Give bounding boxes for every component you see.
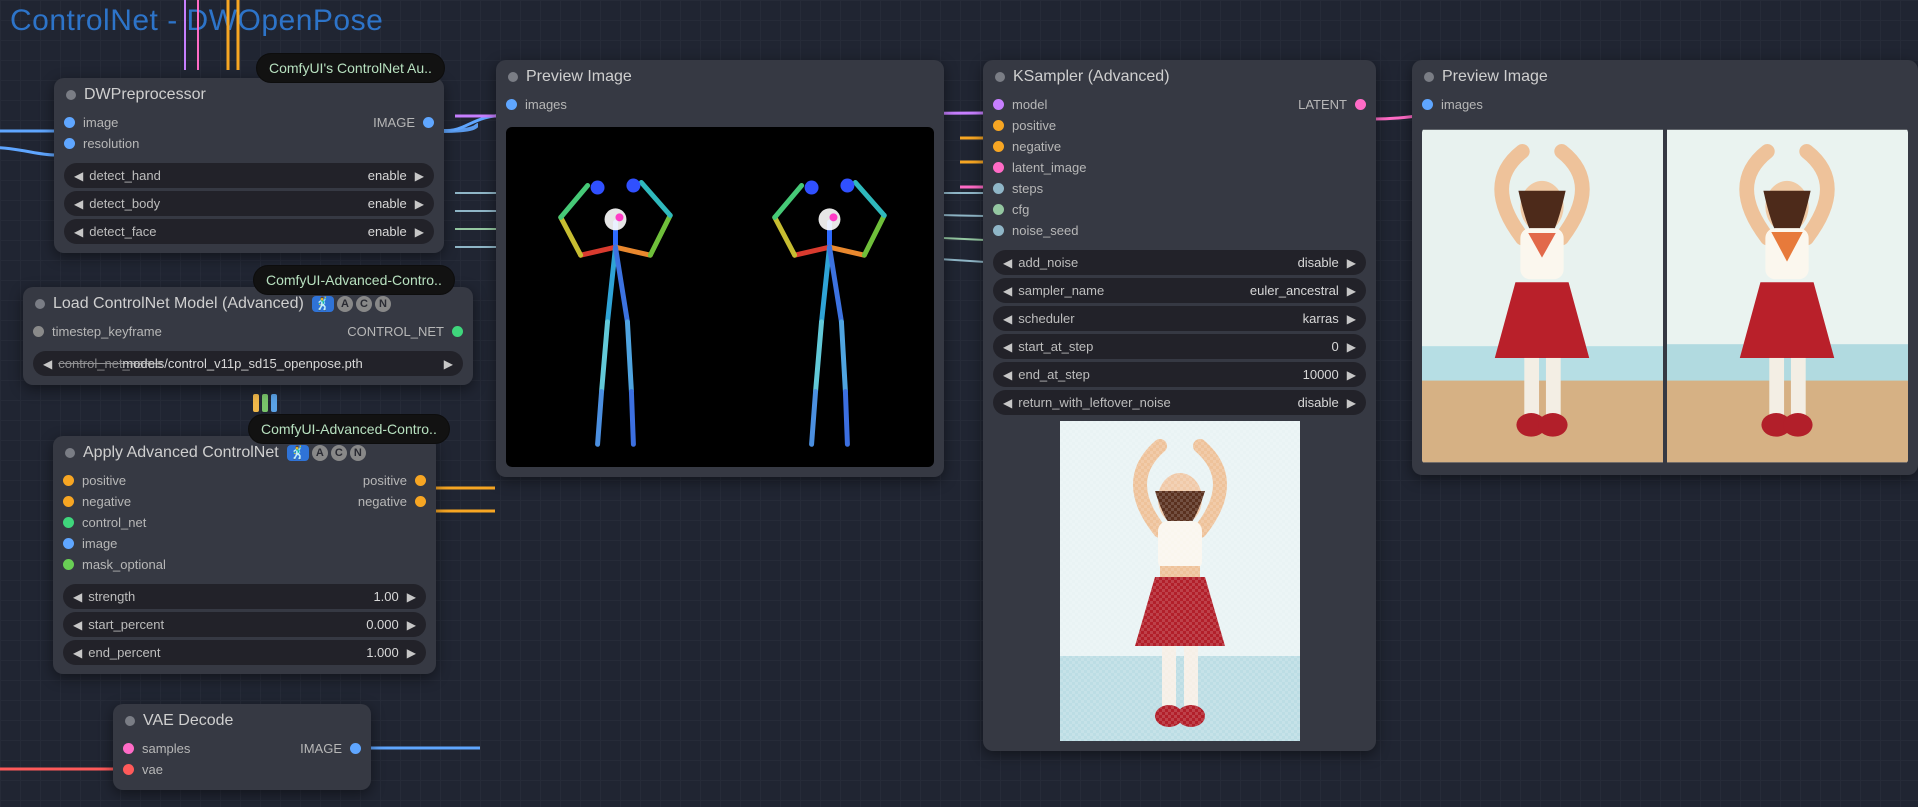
widget-end-at-step[interactable]: ◀end_at_step10000▶ — [993, 362, 1366, 387]
node-load-controlnet[interactable]: Load ControlNet Model (Advanced) 🕺 A C N… — [23, 287, 473, 385]
tag-controlnet-aux: ComfyUI's ControlNet Au.. — [256, 53, 445, 83]
node-preview-result[interactable]: Preview Image images — [1412, 60, 1918, 475]
port-positive-out[interactable] — [415, 475, 426, 486]
chevron-left-icon[interactable]: ◀ — [1003, 257, 1012, 269]
chevron-right-icon[interactable]: ▶ — [1347, 397, 1356, 409]
node-title: VAE Decode — [143, 712, 233, 730]
widget-return-leftover[interactable]: ◀return_with_leftover_noisedisable▶ — [993, 390, 1366, 415]
result-image-2 — [1667, 127, 1908, 465]
collapse-dot[interactable] — [65, 448, 75, 458]
chevron-right-icon[interactable]: ▶ — [407, 591, 416, 603]
port-negative[interactable] — [993, 141, 1004, 152]
port-resolution[interactable] — [64, 138, 75, 149]
chevron-right-icon[interactable]: ▶ — [1347, 369, 1356, 381]
collapse-dot[interactable] — [66, 90, 76, 100]
chevron-left-icon[interactable]: ◀ — [74, 226, 83, 238]
minimap-bars — [253, 394, 277, 412]
collapse-dot[interactable] — [508, 72, 518, 82]
port-timestep-keyframe[interactable] — [33, 326, 44, 337]
port-steps[interactable] — [993, 183, 1004, 194]
chevron-left-icon[interactable]: ◀ — [73, 647, 82, 659]
widget-end-percent[interactable]: ◀end_percent1.000▶ — [63, 640, 426, 665]
group-title: ControlNet - DWOpenPose — [10, 4, 383, 38]
node-ksampler[interactable]: KSampler (Advanced) modelLATENT positive… — [983, 60, 1376, 751]
chevron-right-icon[interactable]: ▶ — [444, 358, 453, 370]
tag-advanced-controlnet-a: ComfyUI-Advanced-Contro.. — [253, 265, 455, 295]
widget-detect-face[interactable]: ◀detect_faceenable▶ — [64, 219, 434, 244]
chevron-left-icon[interactable]: ◀ — [1003, 397, 1012, 409]
collapse-dot[interactable] — [125, 716, 135, 726]
node-dwpreprocessor[interactable]: DWPreprocessor image IMAGE resolution ◀d… — [54, 78, 444, 253]
chevron-right-icon[interactable]: ▶ — [1347, 285, 1356, 297]
acn-badge: 🕺 A C N — [312, 296, 391, 312]
chevron-right-icon[interactable]: ▶ — [415, 170, 424, 182]
port-images[interactable] — [506, 99, 517, 110]
result-image-1 — [1422, 127, 1663, 465]
chevron-right-icon[interactable]: ▶ — [1347, 313, 1356, 325]
port-controlnet-out[interactable] — [452, 326, 463, 337]
port-negative-out[interactable] — [415, 496, 426, 507]
chevron-left-icon[interactable]: ◀ — [74, 198, 83, 210]
chevron-left-icon[interactable]: ◀ — [73, 619, 82, 631]
port-vae[interactable] — [123, 764, 134, 775]
collapse-dot[interactable] — [35, 299, 45, 309]
port-positive-in[interactable] — [63, 475, 74, 486]
node-title: Preview Image — [1442, 68, 1548, 86]
port-positive[interactable] — [993, 120, 1004, 131]
node-apply-controlnet[interactable]: Apply Advanced ControlNet 🕺 A C N positi… — [53, 436, 436, 674]
widget-scheduler[interactable]: ◀schedulerkarras▶ — [993, 306, 1366, 331]
port-model[interactable] — [993, 99, 1004, 110]
port-negative-in[interactable] — [63, 496, 74, 507]
widget-detect-body[interactable]: ◀detect_bodyenable▶ — [64, 191, 434, 216]
tag-advanced-controlnet-b: ComfyUI-Advanced-Contro.. — [248, 414, 450, 444]
node-title: Apply Advanced ControlNet — [83, 444, 279, 462]
port-latent-out[interactable] — [1355, 99, 1366, 110]
node-vae-decode[interactable]: VAE Decode samplesIMAGE vae — [113, 704, 371, 790]
widget-controlnet-name[interactable]: ◀control_net_namemodels/control_v11p_sd1… — [33, 351, 463, 376]
widget-start-at-step[interactable]: ◀start_at_step0▶ — [993, 334, 1366, 359]
chevron-left-icon[interactable]: ◀ — [1003, 341, 1012, 353]
node-title: DWPreprocessor — [84, 86, 206, 104]
chevron-left-icon[interactable]: ◀ — [43, 358, 52, 370]
port-images[interactable] — [1422, 99, 1433, 110]
node-title: Preview Image — [526, 68, 632, 86]
chevron-right-icon[interactable]: ▶ — [415, 198, 424, 210]
node-title: Load ControlNet Model (Advanced) — [53, 295, 304, 313]
port-image[interactable] — [64, 117, 75, 128]
acn-badge: 🕺 A C N — [287, 445, 366, 461]
pose-preview-image — [506, 127, 934, 467]
chevron-left-icon[interactable]: ◀ — [74, 170, 83, 182]
port-cfg[interactable] — [993, 204, 1004, 215]
widget-add-noise[interactable]: ◀add_noisedisable▶ — [993, 250, 1366, 275]
port-noise-seed[interactable] — [993, 225, 1004, 236]
port-image-in[interactable] — [63, 538, 74, 549]
chevron-right-icon[interactable]: ▶ — [407, 619, 416, 631]
ksampler-preview-image — [1060, 421, 1300, 741]
chevron-right-icon[interactable]: ▶ — [1347, 341, 1356, 353]
port-image-out[interactable] — [350, 743, 361, 754]
collapse-dot[interactable] — [995, 72, 1005, 82]
chevron-left-icon[interactable]: ◀ — [1003, 285, 1012, 297]
chevron-left-icon[interactable]: ◀ — [73, 591, 82, 603]
chevron-left-icon[interactable]: ◀ — [1003, 369, 1012, 381]
node-title: KSampler (Advanced) — [1013, 68, 1170, 86]
widget-sampler-name[interactable]: ◀sampler_nameeuler_ancestral▶ — [993, 278, 1366, 303]
port-mask-in[interactable] — [63, 559, 74, 570]
widget-start-percent[interactable]: ◀start_percent0.000▶ — [63, 612, 426, 637]
port-latent-image[interactable] — [993, 162, 1004, 173]
chevron-right-icon[interactable]: ▶ — [415, 226, 424, 238]
widget-strength[interactable]: ◀strength1.00▶ — [63, 584, 426, 609]
port-controlnet-in[interactable] — [63, 517, 74, 528]
node-preview-pose[interactable]: Preview Image images — [496, 60, 944, 477]
chevron-right-icon[interactable]: ▶ — [407, 647, 416, 659]
chevron-right-icon[interactable]: ▶ — [1347, 257, 1356, 269]
port-image-out[interactable] — [423, 117, 434, 128]
chevron-left-icon[interactable]: ◀ — [1003, 313, 1012, 325]
widget-detect-hand[interactable]: ◀detect_handenable▶ — [64, 163, 434, 188]
collapse-dot[interactable] — [1424, 72, 1434, 82]
port-samples[interactable] — [123, 743, 134, 754]
